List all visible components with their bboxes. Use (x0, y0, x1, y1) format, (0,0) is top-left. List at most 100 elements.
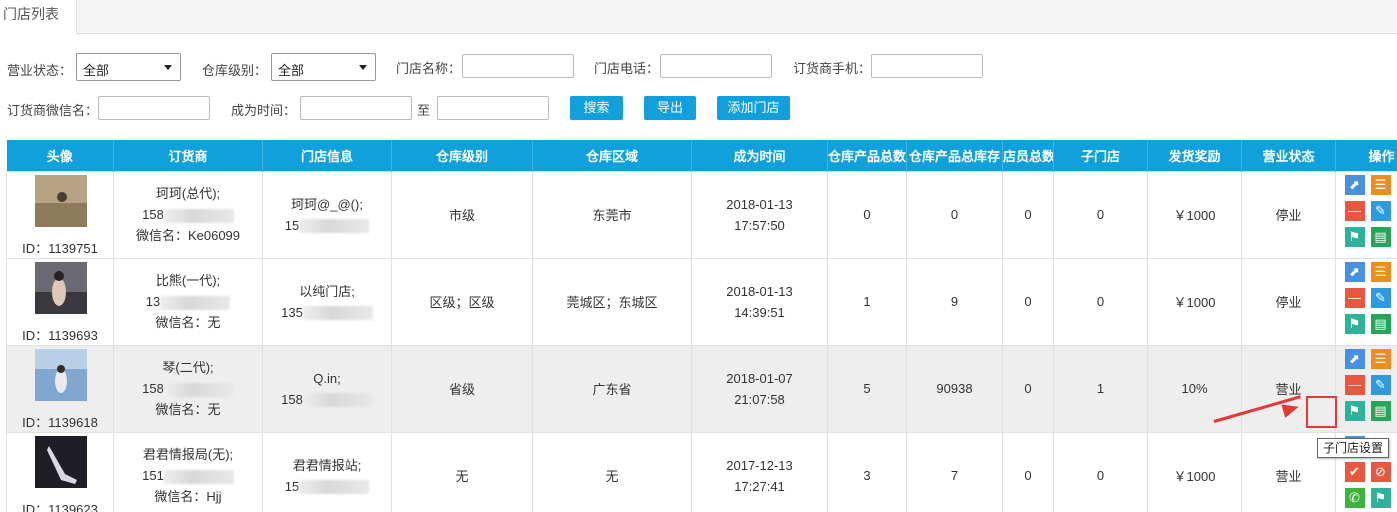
time-text: 21:07:58 (734, 391, 785, 407)
level-cell: 区级；区级 (391, 257, 533, 346)
wechat-input[interactable] (98, 96, 210, 120)
pencil-icon[interactable]: ✎ (1370, 287, 1391, 308)
staff-total-link[interactable]: 0 (1002, 431, 1054, 512)
level-select[interactable]: 全部 (271, 53, 376, 81)
actions-cell: ⬈ ☰ ■ — ✎ ✆ ⚑ ▤ (1335, 257, 1397, 346)
store-phone: 15 (284, 217, 300, 233)
header-distributor: 订货商 (113, 140, 263, 171)
wechat-label: 订货商微信名： (7, 103, 99, 118)
distributor-phone-input[interactable] (871, 54, 983, 78)
document-icon[interactable]: ▤ (1370, 226, 1391, 247)
store-phone-label: 门店电话： (594, 61, 660, 76)
staff-total-link[interactable]: 0 (1002, 344, 1054, 433)
avatar (35, 261, 87, 314)
store-info-cell: 珂珂@_@(); 15 (262, 170, 392, 259)
add-store-button[interactable]: 添加门店 (717, 96, 790, 120)
header-stock-total: 仓库产品总库存 (906, 140, 1003, 171)
remove-icon[interactable]: — (1344, 287, 1365, 308)
remove-icon[interactable]: — (1344, 374, 1365, 395)
header-region: 仓库区域 (532, 140, 692, 171)
export-button[interactable]: 导出 (644, 96, 696, 120)
time-start-input[interactable] (300, 96, 412, 120)
time-cell: 2018-01-07 21:07:58 (691, 344, 828, 433)
pencil-icon[interactable]: ✎ (1370, 374, 1391, 395)
list-icon[interactable]: ☰ (1370, 348, 1391, 369)
header-product-total: 仓库产品总数 (827, 140, 907, 171)
ban-icon[interactable]: ⊘ (1370, 461, 1391, 482)
sub-stores-link[interactable]: 0 (1053, 431, 1148, 512)
staff-total-link[interactable]: 0 (1002, 257, 1054, 346)
user-id: ID：1139618 (22, 414, 98, 430)
pencil-icon[interactable]: ✎ (1370, 200, 1391, 221)
distributor-phone: 13 (145, 294, 161, 309)
remove-icon[interactable]: — (1344, 200, 1365, 221)
sub-stores-link[interactable]: 0 (1053, 170, 1148, 259)
time-end-input[interactable] (437, 96, 549, 120)
avatar-cell: ID：1139751 (6, 170, 114, 259)
document-icon[interactable]: ▤ (1370, 313, 1391, 334)
store-name: 珂珂@_@(); (291, 196, 363, 212)
search-button[interactable]: 搜索 (570, 96, 623, 120)
store-name: 君君情报站; (292, 457, 362, 473)
stock-total-cell: 90938 (906, 344, 1003, 433)
store-info-cell: Q.in; 158 (262, 344, 392, 433)
header-store-info: 门店信息 (262, 140, 392, 171)
edit-chart-icon[interactable]: ⬈ (1344, 348, 1365, 369)
user-id: ID：1139623 (22, 501, 98, 512)
status-cell: 停业 (1241, 170, 1336, 259)
check-icon[interactable]: ✔ (1344, 461, 1365, 482)
product-total-cell: 5 (827, 344, 907, 433)
header-time: 成为时间 (691, 140, 828, 171)
time-cell: 2018-01-13 17:57:50 (691, 170, 828, 259)
distributor-name: 珂珂(总代); (155, 186, 221, 201)
avatar (35, 348, 87, 401)
tab-store-list[interactable]: 门店列表 (0, 0, 77, 34)
avatar-cell: ID：1139693 (6, 257, 114, 346)
table-row: ID：1139751 珂珂(总代); 158 微信名：Ke06099 珂珂@_@… (6, 170, 1397, 259)
status-select[interactable]: 全部 (76, 53, 181, 81)
user-id: ID：1139751 (22, 240, 98, 256)
table-row: ID：1139693 比熊(一代); 13 微信名：无 以纯门店; 135 区级… (6, 257, 1397, 346)
flag-icon[interactable]: ⚑ (1344, 226, 1365, 247)
edit-chart-icon[interactable]: ⬈ (1344, 261, 1365, 282)
actions-cell: ⬈ ☰ ■ — ✎ ✆ ⚑ ▤ (1335, 344, 1397, 433)
redaction-blur (302, 393, 373, 408)
store-phone: 158 (281, 391, 303, 407)
chevron-down-icon (359, 65, 367, 70)
region-cell: 莞城区；东城区 (532, 257, 692, 346)
document-icon[interactable]: ▤ (1370, 400, 1391, 421)
annotation-highlight-box (1306, 396, 1337, 428)
sub-store-settings-tooltip: 子门店设置 (1317, 438, 1389, 458)
header-status: 营业状态 (1241, 140, 1336, 171)
reward-cell: ￥1000 (1147, 431, 1242, 512)
level-select-value: 全部 (278, 63, 305, 78)
flag-icon[interactable]: ⚑ (1344, 313, 1365, 334)
distributor-phone: 151 (142, 468, 164, 483)
time-label: 成为时间： (231, 103, 297, 118)
staff-total-link[interactable]: 0 (1002, 170, 1054, 259)
reward-cell: ￥1000 (1147, 257, 1242, 346)
edit-chart-icon[interactable]: ⬈ (1344, 174, 1365, 195)
redaction-blur (163, 208, 234, 223)
sub-stores-link[interactable]: 0 (1053, 257, 1148, 346)
level-cell: 无 (391, 431, 533, 512)
list-icon[interactable]: ☰ (1370, 261, 1391, 282)
date-text: 2018-01-13 (726, 283, 793, 299)
flag-icon[interactable]: ⚑ (1370, 487, 1391, 508)
store-name: Q.in; (313, 370, 341, 386)
distributor-phone: 158 (142, 207, 164, 222)
store-info-cell: 以纯门店; 135 (262, 257, 392, 346)
header-level: 仓库级别 (391, 140, 533, 171)
phone-icon[interactable]: ✆ (1344, 487, 1365, 508)
sub-store-settings-flag-icon[interactable]: ⚑ (1344, 400, 1365, 421)
level-label: 仓库级别： (202, 63, 268, 78)
store-name-input[interactable] (462, 54, 574, 78)
header-staff-total: 店员总数 (1002, 140, 1054, 171)
sub-stores-link[interactable]: 1 (1053, 344, 1148, 433)
distributor-phone-label: 订货商手机： (793, 61, 872, 76)
redaction-blur (302, 306, 373, 321)
distributor-cell: 比熊(一代); 13 微信名：无 (113, 257, 263, 346)
store-phone-input[interactable] (660, 54, 772, 78)
list-icon[interactable]: ☰ (1370, 174, 1391, 195)
distributor-cell: 君君情报局(无); 151 微信名：Hjj (113, 431, 263, 512)
